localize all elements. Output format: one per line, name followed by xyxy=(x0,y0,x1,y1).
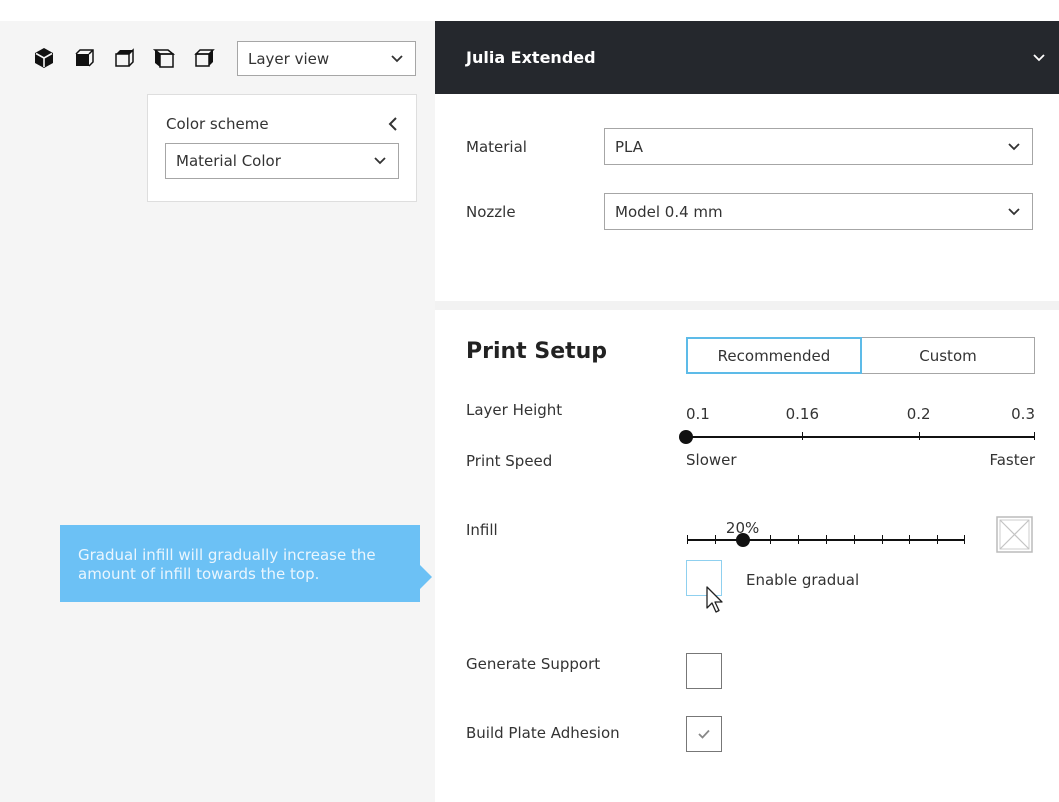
gradual-infill-tooltip: Gradual infill will gradually increase t… xyxy=(60,525,432,602)
print-setup-title: Print Setup xyxy=(466,339,608,364)
chevron-down-icon xyxy=(1008,142,1020,151)
generate-support-label: Generate Support xyxy=(466,655,601,673)
print-setup-mode-toggle: Recommended Custom xyxy=(686,337,1035,374)
nozzle-dropdown[interactable]: Model 0.4 mm xyxy=(604,193,1033,230)
nozzle-selected: Model 0.4 mm xyxy=(615,202,723,221)
slider-tick xyxy=(714,535,716,544)
tab-custom[interactable]: Custom xyxy=(862,337,1035,374)
infill-slider[interactable]: 20% xyxy=(687,519,965,549)
slider-tick xyxy=(826,535,827,544)
cube-front-icon xyxy=(75,49,94,67)
infill-label: Infill xyxy=(466,521,498,539)
checkmark-icon xyxy=(698,729,710,739)
chevron-down-icon xyxy=(374,157,386,165)
chevron-down-icon xyxy=(391,54,403,63)
tab-recommended[interactable]: Recommended xyxy=(686,337,862,374)
cube-top-icon xyxy=(115,48,134,67)
view-right-button[interactable] xyxy=(192,46,216,70)
view-left-button[interactable] xyxy=(152,46,176,70)
slider-tick xyxy=(964,535,965,544)
slider-tick xyxy=(881,535,883,544)
slider-tick xyxy=(937,535,939,544)
infill-slider-handle[interactable] xyxy=(735,533,750,547)
view-mode-selected: Layer view xyxy=(248,49,330,68)
layer-height-tick-label: 0.16 xyxy=(785,405,820,423)
slider-tick xyxy=(802,432,804,440)
slider-tick xyxy=(770,535,772,544)
enable-gradual-label: Enable gradual xyxy=(746,571,860,589)
cube-left-icon xyxy=(152,49,176,68)
chevron-down-icon xyxy=(1033,54,1045,62)
color-scheme-selected: Material Color xyxy=(176,152,281,170)
cube-3d-icon xyxy=(35,48,53,68)
slider-tick xyxy=(687,535,688,544)
printer-name: Julia Extended xyxy=(466,48,596,67)
layer-height-tick-label: 0.2 xyxy=(906,405,931,423)
print-speed-min-label: Slower xyxy=(686,451,737,469)
cube-right-icon xyxy=(194,49,215,67)
slider-tick xyxy=(853,535,855,544)
tooltip-text: Gradual infill will gradually increase t… xyxy=(78,546,376,583)
material-selected: PLA xyxy=(615,137,644,156)
view-orientation-toolbar xyxy=(32,46,216,70)
infill-pattern-icon xyxy=(996,516,1033,553)
chevron-down-icon xyxy=(1008,207,1020,216)
layer-height-slider-handle[interactable] xyxy=(679,430,693,444)
view-front-button[interactable] xyxy=(72,46,96,70)
section-divider xyxy=(435,301,1059,310)
slider-tick xyxy=(918,432,920,440)
enable-gradual-checkbox[interactable] xyxy=(686,560,722,596)
view-3d-button[interactable] xyxy=(32,46,56,70)
material-label: Material xyxy=(466,138,527,156)
slider-tick xyxy=(909,535,911,544)
print-speed-label: Print Speed xyxy=(466,452,553,470)
top-strip xyxy=(0,0,1059,21)
color-scheme-panel: Color scheme Material Color xyxy=(147,94,417,202)
collapse-panel-button[interactable] xyxy=(388,117,398,131)
slider-track xyxy=(686,436,1035,438)
settings-sidebar: Julia Extended Material PLA Nozzle Model… xyxy=(435,21,1059,802)
view-top-button[interactable] xyxy=(112,46,136,70)
nozzle-label: Nozzle xyxy=(466,203,516,221)
color-scheme-title: Color scheme xyxy=(166,115,269,133)
layer-height-tick-label: 0.1 xyxy=(686,405,710,423)
slider-tick xyxy=(798,535,800,544)
printer-selector[interactable]: Julia Extended xyxy=(435,21,1059,94)
chevron-left-icon xyxy=(388,117,397,131)
build-plate-adhesion-label: Build Plate Adhesion xyxy=(466,724,620,742)
layer-height-label: Layer Height xyxy=(466,401,563,419)
build-plate-adhesion-checkbox[interactable] xyxy=(686,716,722,752)
view-mode-dropdown[interactable]: Layer view xyxy=(237,41,416,76)
layer-height-tick-label: 0.3 xyxy=(1011,405,1035,423)
layer-height-slider[interactable]: 0.1 0.16 0.2 0.3 xyxy=(679,405,1035,445)
generate-support-checkbox[interactable] xyxy=(686,653,722,689)
color-scheme-dropdown[interactable]: Material Color xyxy=(165,143,399,179)
slider-tick xyxy=(1034,432,1035,440)
material-dropdown[interactable]: PLA xyxy=(604,128,1033,165)
print-speed-max-label: Faster xyxy=(989,451,1035,469)
